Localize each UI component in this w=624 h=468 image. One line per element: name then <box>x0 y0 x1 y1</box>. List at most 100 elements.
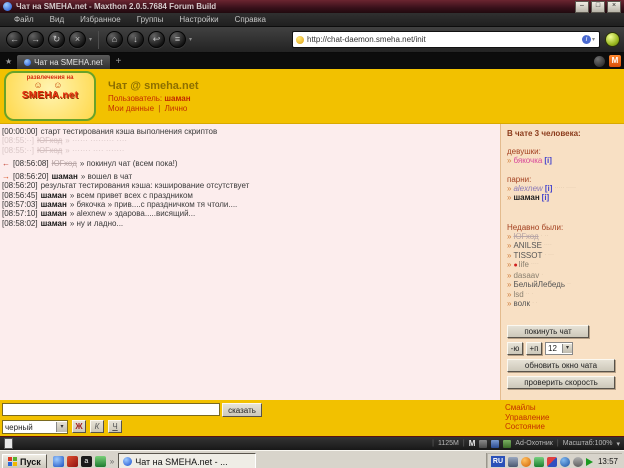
refresh-chat-button[interactable]: обновить окно чата <box>507 359 615 372</box>
maxthon-mode-badge[interactable]: M <box>469 439 476 448</box>
toggle-girls-button[interactable]: -ю <box>507 342 523 355</box>
footer-link[interactable]: Управление <box>505 413 549 423</box>
window-controls: – □ × <box>575 1 621 13</box>
stop-button[interactable]: × <box>69 31 86 48</box>
footer-link[interactable]: Смайлы <box>505 403 549 413</box>
chevron-icon[interactable]: » <box>110 457 114 466</box>
play-status-icon[interactable] <box>586 458 593 466</box>
page-info-icon[interactable]: i <box>582 35 591 44</box>
address-dropdown-icon[interactable]: ▾ <box>592 36 595 43</box>
chevron-down-icon[interactable]: ▾ <box>56 422 67 432</box>
say-button[interactable]: сказать <box>222 403 262 417</box>
restore-button[interactable]: □ <box>591 1 605 13</box>
quicklaunch-editor-icon[interactable]: a <box>81 456 92 467</box>
chat-message: ←[08:56:08]ЮГход» покинул чат (всем пока… <box>2 159 498 168</box>
ad-hunter-label[interactable]: Ad-Охотник <box>515 440 552 447</box>
message-author: ЮГход <box>52 159 77 168</box>
font-size-select[interactable]: 12 ▾ <box>545 342 573 355</box>
tray-blue-icon[interactable] <box>560 457 570 467</box>
user-info-link[interactable]: [i] <box>545 184 553 193</box>
user-info-link[interactable]: [i] <box>542 193 550 202</box>
direction-arrow-icon: → <box>2 172 10 181</box>
taskbar-window-button[interactable]: Чат на SMEHA.net - ... <box>118 453 256 468</box>
chevron-down-icon[interactable]: ▾ <box>89 36 92 43</box>
menu-item[interactable]: Вид <box>42 15 72 24</box>
new-tab-button[interactable]: + <box>116 56 122 67</box>
user-link[interactable]: dasaav <box>513 271 539 280</box>
underline-button[interactable]: Ч <box>108 420 122 433</box>
forward-button[interactable]: → <box>27 31 44 48</box>
user-link[interactable]: ANILSE <box>513 241 541 250</box>
close-button[interactable]: × <box>607 1 621 13</box>
user-link[interactable]: волк <box>513 299 530 308</box>
menu-item[interactable]: Справка <box>227 15 274 24</box>
home-button[interactable]: ⌂ <box>106 31 123 48</box>
user-link[interactable]: бякочка <box>513 156 542 165</box>
menu-item[interactable]: Избранное <box>72 15 129 24</box>
color-value: черный <box>3 423 56 432</box>
smeha-logo[interactable]: развлечения на ☺ ☺ SMEHA.net <box>4 71 96 121</box>
my-data-link[interactable]: Мои данные <box>108 104 154 113</box>
italic-button[interactable]: К <box>90 420 104 433</box>
leave-chat-button[interactable]: покинуть чат <box>507 325 589 338</box>
text-color-select[interactable]: черный ▾ <box>2 420 68 434</box>
back-button[interactable]: ← <box>6 31 23 48</box>
download-button[interactable]: ↓ <box>127 31 144 48</box>
user-link[interactable]: alexnew <box>513 184 542 193</box>
tray-multicolor-icon[interactable] <box>547 457 557 467</box>
chevron-down-icon[interactable]: ▾ <box>616 440 620 448</box>
quicklaunch-media-icon[interactable] <box>67 456 78 467</box>
check-speed-button[interactable]: проверить скорость <box>507 376 615 389</box>
quicklaunch-messenger-icon[interactable] <box>95 456 106 467</box>
start-button[interactable]: Пуск <box>2 454 47 468</box>
undo-button[interactable]: ↩ <box>148 31 165 48</box>
guys-label: парни: <box>507 175 618 184</box>
user-link[interactable]: шаман <box>513 193 539 202</box>
refresh-button[interactable]: ↻ <box>48 31 65 48</box>
tray-green-icon[interactable] <box>534 457 544 467</box>
private-link[interactable]: Лично <box>165 104 188 113</box>
start-label: Пуск <box>20 457 41 467</box>
girls-label: девушки: <box>507 147 618 156</box>
go-button[interactable] <box>605 32 620 47</box>
address-input[interactable] <box>307 35 582 44</box>
plugin-icon[interactable] <box>594 56 605 67</box>
site-header: развлечения на ☺ ☺ SMEHA.net Чат @ smeha… <box>0 69 624 124</box>
zoom-level[interactable]: Масштаб:100% <box>563 440 613 447</box>
menu-item[interactable]: Группы <box>129 15 172 24</box>
user-link[interactable]: ЮГход <box>513 232 538 241</box>
chat-message: [00:00:00]старт тестирования кэша выполн… <box>2 127 498 136</box>
tools-button[interactable]: ≡ <box>169 31 186 48</box>
favorites-star-icon[interactable]: ★ <box>5 57 12 66</box>
tray-display-icon[interactable] <box>508 457 518 467</box>
tab-bar: ★ Чат на SMEHA.net + M <box>0 53 624 69</box>
tab-chat-smeha[interactable]: Чат на SMEHA.net <box>16 54 110 69</box>
chevron-down-icon[interactable]: ▾ <box>562 344 572 353</box>
quicklaunch-browser-icon[interactable] <box>53 456 64 467</box>
toggle-guys-button[interactable]: +п <box>526 342 542 355</box>
bullet-icon: » <box>507 271 511 280</box>
user-link[interactable]: БелыйЛебедь <box>513 280 565 289</box>
chat-message-input[interactable] <box>2 403 220 416</box>
menu-item[interactable]: Файл <box>6 15 42 24</box>
document-icon[interactable] <box>4 438 13 449</box>
user-link[interactable]: lsd <box>513 290 523 299</box>
minimize-button[interactable]: – <box>575 1 589 13</box>
footer-link[interactable]: Состояние <box>505 422 549 432</box>
folder-icon[interactable] <box>491 440 499 448</box>
message-text: » alexnew » здарова.....висящий... <box>70 209 195 218</box>
menu-item[interactable]: Настройки <box>171 15 226 24</box>
bold-button[interactable]: Ж <box>72 420 86 433</box>
chevron-down-icon[interactable]: ▾ <box>189 36 192 43</box>
message-time: [08:56:08] <box>13 159 49 168</box>
tray-gray-icon[interactable] <box>573 457 583 467</box>
user-info-link[interactable]: [i] <box>544 156 552 165</box>
proxy-icon[interactable] <box>479 440 487 448</box>
language-indicator[interactable]: RU <box>491 456 505 467</box>
maxthon-m-badge[interactable]: M <box>609 55 621 67</box>
user-link[interactable]: life <box>519 260 529 269</box>
tray-orange-icon[interactable] <box>521 457 531 467</box>
globe-icon[interactable] <box>503 440 511 448</box>
user-link[interactable]: TISSOT <box>513 251 542 260</box>
taskbar-clock[interactable]: 13:57 <box>598 457 618 466</box>
